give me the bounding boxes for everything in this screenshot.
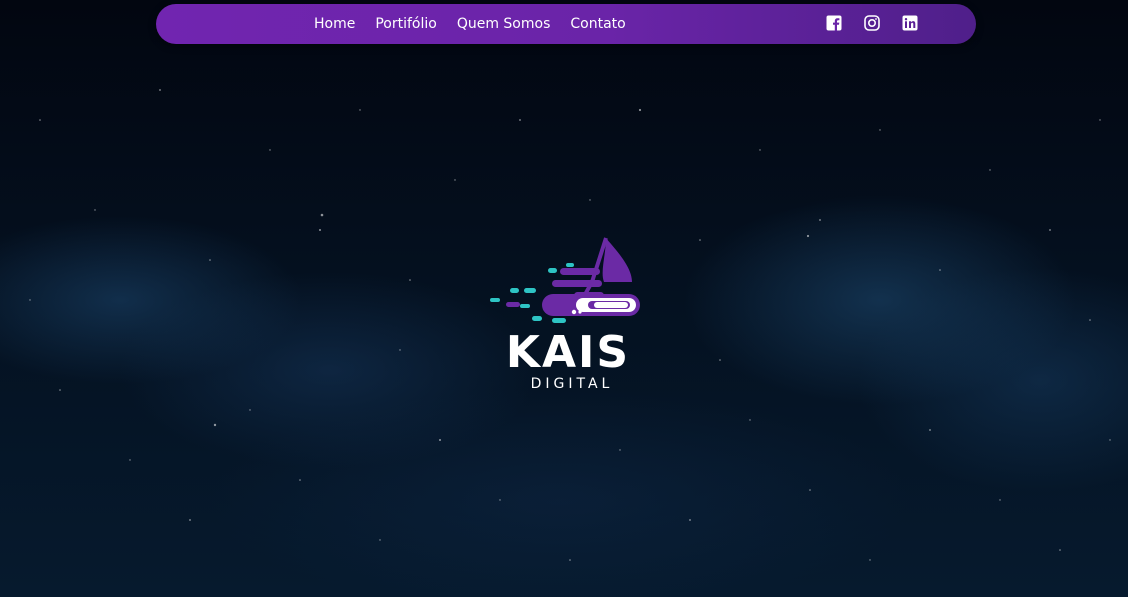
logo-subtitle: DIGITAL — [530, 376, 614, 392]
nav-link-home[interactable]: Home — [314, 16, 355, 32]
nav-link-quem-somos[interactable]: Quem Somos — [457, 16, 551, 32]
nav-link-contato[interactable]: Contato — [570, 16, 625, 32]
logo-wordmark: KAIS — [505, 327, 631, 378]
hero-section: Home Portifólio Quem Somos Contato KAIS … — [0, 0, 1128, 597]
nav-link-portfolio[interactable]: Portifólio — [375, 16, 436, 32]
facebook-icon[interactable] — [826, 15, 842, 31]
linkedin-icon[interactable] — [902, 15, 918, 31]
nav-links: Home Portifólio Quem Somos Contato — [314, 4, 626, 44]
top-navbar: Home Portifólio Quem Somos Contato — [156, 4, 976, 44]
instagram-icon[interactable] — [864, 15, 880, 31]
social-links — [826, 15, 918, 31]
